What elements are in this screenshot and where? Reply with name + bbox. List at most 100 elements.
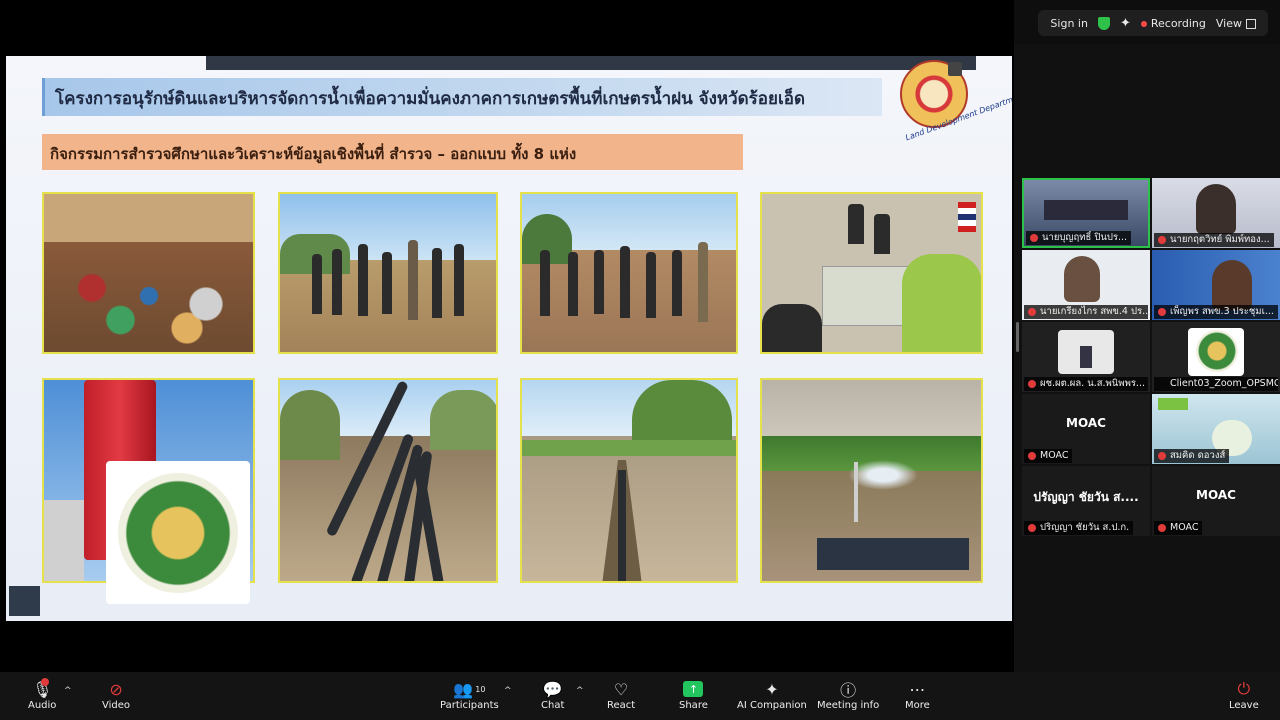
video-label: Video: [102, 700, 131, 711]
expand-icon[interactable]: [948, 62, 962, 76]
shared-screen: โครงการอนุรักษ์ดินและบริหารจัดการน้ำเพื่…: [0, 0, 1014, 672]
meeting-info-label: Meeting info: [817, 700, 880, 711]
participants-icon: 👥 10: [453, 679, 486, 699]
leave-label: Leave: [1229, 700, 1259, 711]
participant-name: นายกฤตวิทย์ พิมพ์ทอง...: [1170, 234, 1270, 245]
info-icon: ⓘ: [840, 681, 857, 700]
photo-overlay-box: [817, 538, 969, 570]
heart-icon: ♡: [613, 679, 629, 699]
mic-muted-icon: [1158, 452, 1166, 460]
view-label: View: [1215, 16, 1242, 30]
slide-title: โครงการอนุรักษ์ดินและบริหารจัดการน้ำเพื่…: [55, 89, 806, 109]
leave-icon: ⏻: [1237, 679, 1251, 698]
participants-count: 10: [475, 684, 486, 694]
participant-tile[interactable]: นายกฤตวิทย์ พิมพ์ทอง...: [1152, 178, 1280, 248]
participant-name: ปริญญา ชัยวัน ส.ป.ก.: [1040, 522, 1130, 533]
leave-button[interactable]: ⏻ Leave: [1229, 678, 1259, 711]
participant-tile[interactable]: MOAC MOAC: [1152, 466, 1280, 536]
chat-button[interactable]: 💬 Chat: [541, 678, 565, 712]
recording-indicator[interactable]: Recording: [1140, 16, 1206, 30]
participant-tile[interactable]: ปรัญญา ชัยวัน ส.... ปริญญา ชัยวัน ส.ป.ก.: [1022, 466, 1150, 536]
video-off-icon: ⊘: [109, 679, 123, 699]
zoom-meeting-window: Sign in ✦ Recording View โครงการอนุรักษ์…: [0, 0, 1280, 720]
slide-subtitle: กิจกรรมการสำรวจศึกษาและวิเคราะห์ข้อมูลเช…: [50, 145, 577, 163]
participant-name-label: MOAC: [1154, 521, 1203, 535]
mic-muted-icon: [1028, 524, 1036, 532]
participants-label: Participants: [440, 700, 499, 711]
participant-tile[interactable]: ผช.ผต.ผล. น.ส.พนิพพร...: [1022, 322, 1150, 392]
participants-button[interactable]: 👥 10 Participants: [440, 678, 499, 712]
sign-in-button[interactable]: Sign in: [1050, 17, 1088, 30]
photo-map-review: [760, 192, 983, 354]
view-button[interactable]: View: [1216, 17, 1256, 30]
participant-name: นายเกรียงไกร สพข.4 ปร...: [1040, 306, 1148, 317]
participant-name-label: นายกฤตวิทย์ พิมพ์ทอง...: [1154, 233, 1274, 247]
ai-companion-button[interactable]: ✦ AI Companion: [737, 678, 807, 712]
photo-trench-pipe: [520, 378, 738, 583]
participant-tile[interactable]: Client03_Zoom_OPSMOAC: [1152, 322, 1280, 392]
participant-display-name: ปรัญญา ชัยวัน ส....: [1033, 490, 1139, 504]
participants-options-chevron-icon[interactable]: ^: [504, 686, 512, 696]
encryption-shield-icon[interactable]: [1097, 16, 1110, 30]
slide-subtitle-bar: กิจกรรมการสำรวจศึกษาและวิเคราะห์ข้อมูลเช…: [42, 134, 743, 170]
participant-name-label: Client03_Zoom_OPSMOAC: [1154, 377, 1278, 391]
panel-resize-handle[interactable]: [1016, 322, 1019, 352]
participant-tile[interactable]: สมคิด ดอวงส์: [1152, 394, 1280, 464]
participant-name-label: ปริญญา ชัยวัน ส.ป.ก.: [1024, 521, 1134, 535]
meeting-toolbar: 🎙 Audio ^ ⊘ Video 👥 10 Participants ^ 💬 C…: [0, 672, 1280, 720]
participant-display-name: MOAC: [1066, 416, 1106, 430]
photo-field-survey-2: [520, 192, 738, 354]
share-button[interactable]: ↑ Share: [679, 678, 708, 711]
moac-seal-icon: [118, 473, 238, 593]
share-screen-icon: ↑: [683, 681, 704, 697]
participant-tile[interactable]: เพ็ญพร สพข.3 ประชุมเ...: [1152, 250, 1280, 320]
mic-muted-icon: [1028, 452, 1036, 460]
photo-pipes: [278, 378, 498, 583]
participant-name-label: นายเกรียงไกร สพข.4 ปร...: [1024, 305, 1148, 319]
ai-companion-label: AI Companion: [737, 700, 807, 711]
react-button[interactable]: ♡ React: [607, 678, 636, 712]
mic-muted-icon: [1158, 524, 1166, 532]
ai-companion-icon: ✦: [765, 679, 779, 699]
meeting-info-button[interactable]: ⓘ Meeting info: [817, 678, 879, 711]
photo-meeting: [42, 192, 255, 354]
participant-name-label: สมคิด ดอวงส์: [1154, 449, 1230, 463]
ai-sparkle-icon[interactable]: ✦: [1120, 16, 1131, 31]
more-icon: ⋯: [909, 679, 926, 699]
participant-gallery: นายบุญฤทธิ์ ปินปร... นายกฤตวิทย์ พิมพ์ทอ…: [1022, 178, 1280, 558]
react-label: React: [607, 700, 636, 711]
chat-options-chevron-icon[interactable]: ^: [576, 686, 584, 696]
chat-label: Chat: [541, 700, 565, 711]
participant-tile[interactable]: MOAC MOAC: [1022, 394, 1150, 464]
more-button[interactable]: ⋯ More: [905, 678, 930, 712]
participant-name-label: MOAC: [1024, 449, 1073, 463]
participant-name: นายบุญฤทธิ์ ปินปร...: [1042, 232, 1128, 243]
participant-name: MOAC: [1040, 450, 1069, 461]
chat-icon: 💬: [542, 679, 563, 699]
participant-tile[interactable]: นายเกรียงไกร สพข.4 ปร...: [1022, 250, 1150, 320]
mic-muted-icon: [1028, 308, 1036, 316]
participant-name: ผช.ผต.ผล. น.ส.พนิพพร...: [1040, 378, 1145, 389]
audio-label: Audio: [28, 700, 57, 711]
audio-options-chevron-icon[interactable]: ^: [64, 686, 72, 696]
participant-display-name: MOAC: [1196, 488, 1236, 502]
photo-field-survey-1: [278, 192, 498, 354]
ldd-logo: Land Development Department: [892, 60, 1012, 142]
participant-name: MOAC: [1170, 522, 1199, 533]
participant-name-label: ผช.ผต.ผล. น.ส.พนิพพร...: [1024, 377, 1148, 391]
top-controls: Sign in ✦ Recording View: [1038, 10, 1268, 36]
mic-muted-icon: [1158, 308, 1166, 316]
participant-name-label: เพ็ญพร สพข.3 ประชุมเ...: [1154, 305, 1278, 319]
mic-muted-icon: [1028, 380, 1036, 388]
muted-badge-icon: [41, 678, 49, 686]
recording-label: Recording: [1150, 16, 1206, 30]
participant-name-label: นายบุญฤทธิ์ ปินปร...: [1026, 231, 1132, 245]
slide-title-bar: โครงการอนุรักษ์ดินและบริหารจัดการน้ำเพื่…: [42, 78, 882, 116]
grid-view-icon: [1246, 18, 1256, 29]
participant-tile[interactable]: นายบุญฤทธิ์ ปินปร...: [1022, 178, 1150, 248]
participant-name: Client03_Zoom_OPSMOAC: [1170, 378, 1278, 389]
slide-top-strip: [206, 56, 976, 70]
participant-name: สมคิด ดอวงส์: [1170, 450, 1226, 461]
mic-muted-icon: [1030, 234, 1038, 242]
video-button[interactable]: ⊘ Video: [102, 678, 131, 712]
